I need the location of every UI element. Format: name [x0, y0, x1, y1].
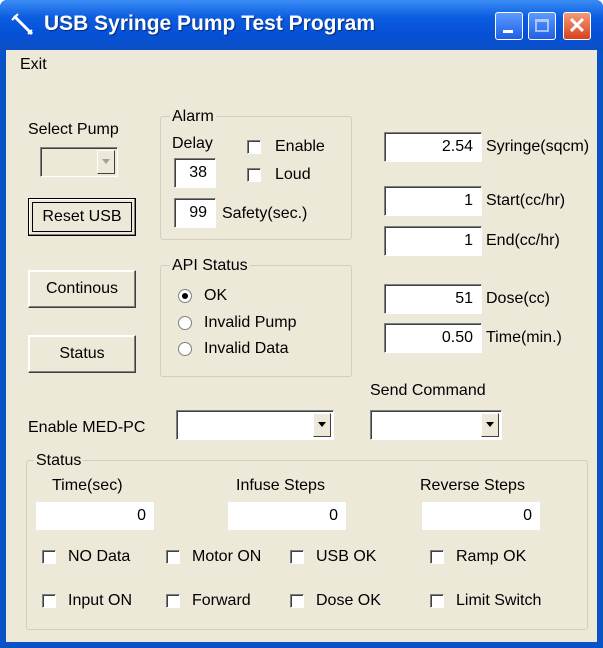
start-label: Start(cc/hr)	[486, 192, 566, 209]
forward-label: Forward	[192, 592, 251, 609]
enable-checkbox[interactable]	[247, 140, 261, 154]
menu-bar: Exit	[6, 50, 597, 78]
start-input[interactable]: 1	[384, 186, 482, 216]
usb-ok-checkbox[interactable]	[290, 550, 304, 564]
input-on-label: Input ON	[68, 592, 133, 609]
maximize-icon	[535, 19, 549, 32]
radio-ok-label: OK	[204, 287, 228, 304]
title-bar[interactable]: USB Syringe Pump Test Program ✕	[0, 0, 603, 50]
time-sec-value: 0	[36, 502, 154, 530]
status-button[interactable]: Status	[28, 335, 136, 373]
forward-checkbox[interactable]	[166, 594, 180, 608]
radio-ok[interactable]	[178, 289, 192, 303]
menu-exit[interactable]: Exit	[20, 56, 47, 74]
safety-label: Safety(sec.)	[222, 205, 308, 222]
syringe-icon	[11, 13, 34, 36]
alarm-group-title: Alarm	[170, 108, 216, 126]
close-icon: ✕	[567, 13, 587, 38]
syringe-label: Syringe(sqcm)	[486, 138, 590, 155]
limit-switch-checkbox[interactable]	[430, 594, 444, 608]
motor-on-label: Motor ON	[192, 548, 262, 565]
minimize-button[interactable]	[495, 12, 523, 40]
time-label: Time(min.)	[486, 329, 562, 346]
ramp-ok-checkbox[interactable]	[430, 550, 444, 564]
dose-ok-checkbox[interactable]	[290, 594, 304, 608]
no-data-checkbox[interactable]	[42, 550, 56, 564]
dose-label: Dose(cc)	[486, 290, 551, 307]
no-data-label: NO Data	[68, 548, 131, 565]
radio-invalid-pump[interactable]	[178, 316, 192, 330]
dose-input[interactable]: 51	[384, 284, 482, 314]
client-area: Exit Select Pump Reset USB Continous Sta…	[6, 50, 597, 642]
loud-checkbox[interactable]	[247, 168, 261, 182]
enable-label: Enable	[275, 138, 325, 155]
delay-input[interactable]: 38	[174, 158, 216, 188]
delay-label: Delay	[172, 135, 213, 152]
api-status-group-title: API Status	[170, 257, 250, 275]
infuse-steps-label: Infuse Steps	[236, 477, 325, 494]
limit-switch-label: Limit Switch	[456, 592, 542, 609]
chevron-down-icon[interactable]	[313, 413, 331, 437]
select-pump-dropdown[interactable]	[40, 147, 118, 177]
ramp-ok-label: Ramp OK	[456, 548, 527, 565]
input-on-checkbox[interactable]	[42, 594, 56, 608]
chevron-down-icon[interactable]	[481, 413, 499, 437]
chevron-down-icon[interactable]	[97, 150, 115, 174]
app-window: USB Syringe Pump Test Program ✕ Exit Sel…	[0, 0, 603, 648]
maximize-button[interactable]	[528, 12, 556, 40]
status-group-title: Status	[34, 452, 84, 470]
radio-invalid-data-label: Invalid Data	[204, 340, 289, 357]
end-input[interactable]: 1	[384, 226, 482, 256]
enable-medpc-dropdown[interactable]	[176, 410, 334, 440]
reverse-steps-value: 0	[422, 502, 540, 530]
minimize-icon	[503, 30, 513, 33]
end-label: End(cc/hr)	[486, 232, 560, 249]
reverse-steps-label: Reverse Steps	[420, 477, 525, 494]
usb-ok-label: USB OK	[316, 548, 377, 565]
window-title: USB Syringe Pump Test Program	[44, 12, 376, 35]
continous-button[interactable]: Continous	[28, 270, 136, 308]
send-command-label: Send Command	[370, 382, 486, 399]
syringe-input[interactable]: 2.54	[384, 132, 482, 162]
close-button[interactable]: ✕	[563, 12, 591, 40]
infuse-steps-value: 0	[228, 502, 346, 530]
radio-invalid-pump-label: Invalid Pump	[204, 314, 297, 331]
reset-usb-button[interactable]: Reset USB	[28, 198, 136, 236]
safety-input[interactable]: 99	[174, 198, 216, 228]
motor-on-checkbox[interactable]	[166, 550, 180, 564]
enable-medpc-label: Enable MED-PC	[28, 419, 146, 436]
radio-invalid-data[interactable]	[178, 342, 192, 356]
send-command-dropdown[interactable]	[370, 410, 502, 440]
select-pump-label: Select Pump	[28, 121, 119, 138]
loud-label: Loud	[275, 166, 311, 183]
dose-ok-label: Dose OK	[316, 592, 381, 609]
time-input[interactable]: 0.50	[384, 323, 482, 353]
time-sec-label: Time(sec)	[52, 477, 123, 494]
